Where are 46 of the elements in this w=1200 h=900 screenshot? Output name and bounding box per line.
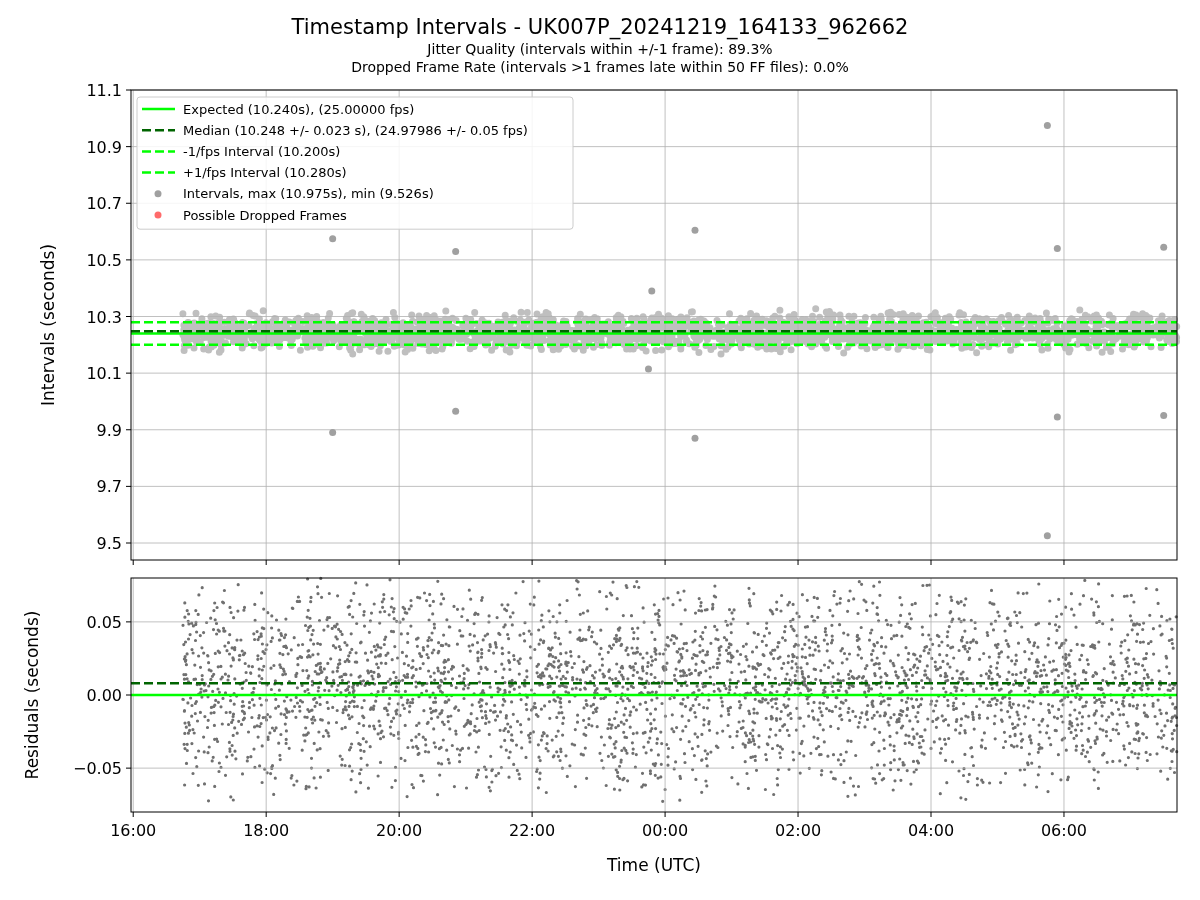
data-point xyxy=(1160,243,1168,251)
tick-label: 02:00 xyxy=(775,821,822,840)
tick-label: 20:00 xyxy=(376,821,423,840)
tick-label: 16:00 xyxy=(110,821,157,840)
data-point xyxy=(644,365,652,373)
legend-label: Possible Dropped Frames xyxy=(183,207,347,223)
data-point xyxy=(452,407,460,415)
tick-label: 22:00 xyxy=(509,821,556,840)
data-point xyxy=(329,429,337,437)
data-point xyxy=(691,226,699,234)
axis-label: Intervals (seconds) xyxy=(38,243,58,407)
tick-label: 0.05 xyxy=(86,612,122,632)
tick-label: 10.9 xyxy=(86,137,122,157)
data-point xyxy=(1160,412,1168,420)
axis-label: Residuals (seconds) xyxy=(22,610,42,780)
tick-label: 9.5 xyxy=(96,534,122,553)
chart-subtitle: Jitter Quality (intervals within +/-1 frame): 89.3% xyxy=(427,40,773,58)
tick-label: 10.5 xyxy=(86,250,122,270)
chart-subtitle: Dropped Frame Rate (intervals >1 frames late within 50 FF files): 0.0% xyxy=(351,58,849,76)
legend-label: Expected (10.240s), (25.00000 fps) xyxy=(183,101,415,117)
tick-label: 9.7 xyxy=(96,477,122,497)
legend-label: +1/fps Interval (10.280s) xyxy=(183,165,347,181)
data-point xyxy=(1053,245,1061,253)
legend-label: Median (10.248 +/- 0.023 s), (24.97986 +/- 0.05 fps) xyxy=(183,122,528,138)
tick-label: 00:00 xyxy=(642,821,689,840)
tick-label: 0.00 xyxy=(86,686,122,705)
data-point xyxy=(1043,121,1051,129)
data-point xyxy=(1053,413,1061,421)
tick-label: 10.3 xyxy=(86,307,122,327)
data-point xyxy=(648,287,656,295)
data-point xyxy=(1043,532,1051,540)
tick-label: 9.9 xyxy=(96,420,122,440)
tick-label: 11.1 xyxy=(86,82,122,100)
axis-label: Time (UTC) xyxy=(607,855,701,875)
tick-label: 10.7 xyxy=(86,194,122,214)
legend-label: -1/fps Interval (10.200s) xyxy=(183,143,341,159)
tick-label: 10.1 xyxy=(86,364,122,384)
tick-label: 04:00 xyxy=(907,821,955,840)
data-point xyxy=(329,235,337,243)
chart-title: Timestamp Intervals - UK007P_20241219_164133_962662 xyxy=(291,14,909,40)
tick-label: 18:00 xyxy=(243,821,290,840)
tick-label: 06:00 xyxy=(1040,821,1088,840)
data-point xyxy=(452,247,460,255)
tick-label: −0.05 xyxy=(72,759,122,779)
data-point xyxy=(691,434,699,442)
legend-label: Intervals, max (10.975s), min (9.526s) xyxy=(183,186,434,202)
